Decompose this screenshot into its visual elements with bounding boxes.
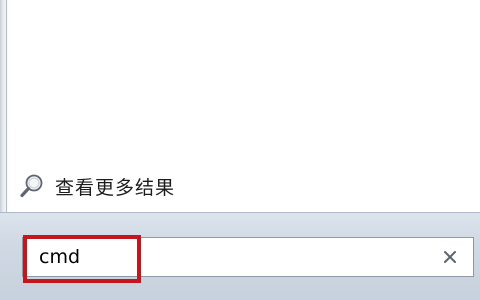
- see-more-results-link[interactable]: 查看更多结果: [19, 172, 175, 200]
- left-panel-edge: [0, 0, 9, 212]
- start-menu-panel: 查看更多结果: [0, 0, 480, 300]
- search-magnifier-icon: [19, 173, 45, 199]
- search-box[interactable]: [22, 237, 474, 277]
- search-input[interactable]: [39, 244, 419, 270]
- close-x-icon[interactable]: [439, 246, 461, 268]
- see-more-results-label: 查看更多结果: [55, 176, 176, 199]
- search-pane: [0, 212, 480, 300]
